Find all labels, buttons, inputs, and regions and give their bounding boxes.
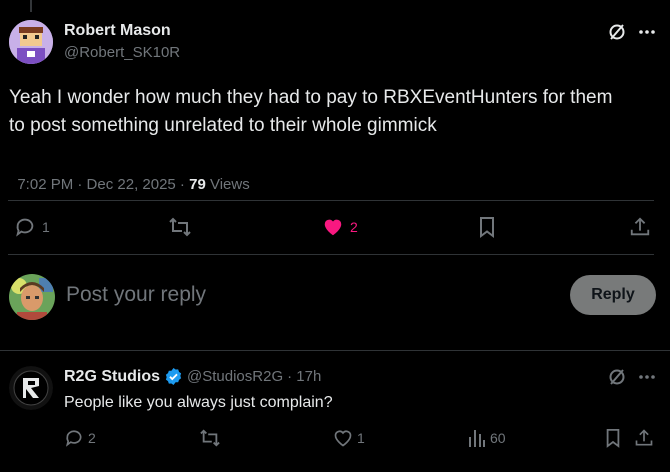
- reply-reply-count: 2: [88, 430, 96, 446]
- reply-icon: [64, 428, 84, 448]
- grok-icon[interactable]: [607, 22, 627, 42]
- repost-icon: [199, 428, 221, 448]
- views-count[interactable]: 79: [189, 176, 206, 193]
- reply-icon: [14, 216, 36, 238]
- divider: [0, 350, 670, 351]
- reply-time[interactable]: · 17h: [287, 368, 321, 385]
- reply-repost-button[interactable]: [199, 428, 221, 448]
- current-user-avatar[interactable]: [9, 274, 55, 320]
- r2g-studios-avatar[interactable]: [9, 366, 53, 410]
- like-icon: [322, 216, 344, 238]
- bookmark-icon: [604, 428, 622, 448]
- share-button[interactable]: [629, 216, 651, 238]
- more-icon[interactable]: [638, 374, 656, 380]
- verified-badge-icon: [164, 367, 183, 386]
- thread-line: [30, 0, 32, 12]
- post-timestamp[interactable]: 7:02 PM · Dec 22, 2025 ·: [17, 176, 189, 193]
- reply-input[interactable]: Post your reply: [66, 283, 546, 307]
- robert-mason-avatar[interactable]: [9, 20, 53, 64]
- reply-like-count: 1: [357, 430, 365, 446]
- like-icon: [333, 428, 353, 448]
- author-handle[interactable]: @Robert_SK10R: [64, 44, 180, 61]
- more-icon[interactable]: [638, 29, 656, 35]
- reply-like-button[interactable]: 1: [333, 428, 365, 448]
- share-icon: [634, 428, 654, 448]
- author-name[interactable]: Robert Mason: [64, 22, 171, 40]
- reply-button[interactable]: Reply: [570, 275, 656, 315]
- reply-text: People like you always just complain?: [64, 394, 333, 411]
- reply-author-name[interactable]: R2G Studios: [64, 368, 160, 386]
- post-text-line: Yeah I wonder how much they had to pay t…: [9, 87, 613, 108]
- like-count: 2: [350, 219, 358, 235]
- repost-button[interactable]: [168, 216, 192, 238]
- reply-views-button[interactable]: 60: [468, 428, 506, 448]
- views-label: Views: [205, 176, 250, 193]
- grok-icon[interactable]: [607, 367, 627, 387]
- divider: [8, 200, 654, 201]
- reply-header: R2G Studios @StudiosR2G · 17h: [64, 367, 321, 386]
- post-text-line: to post something unrelated to their who…: [9, 115, 437, 136]
- reply-count: 1: [42, 219, 50, 235]
- bookmark-button[interactable]: [477, 216, 497, 238]
- reply-share-button[interactable]: [634, 428, 654, 448]
- reply-button[interactable]: 1: [14, 216, 50, 238]
- reply-author-handle[interactable]: @StudiosR2G: [187, 368, 283, 385]
- bookmark-icon: [477, 216, 497, 238]
- reply-views-count: 60: [490, 430, 506, 446]
- share-icon: [629, 216, 651, 238]
- reply-reply-button[interactable]: 2: [64, 428, 96, 448]
- views-icon: [468, 428, 486, 448]
- post-meta: 7:02 PM · Dec 22, 2025 · 79 Views: [9, 159, 250, 193]
- divider: [8, 254, 654, 255]
- repost-icon: [168, 216, 192, 238]
- like-button[interactable]: 2: [322, 216, 358, 238]
- reply-bookmark-button[interactable]: [604, 428, 622, 448]
- post-text: Yeah I wonder how much they had to pay t…: [9, 84, 659, 140]
